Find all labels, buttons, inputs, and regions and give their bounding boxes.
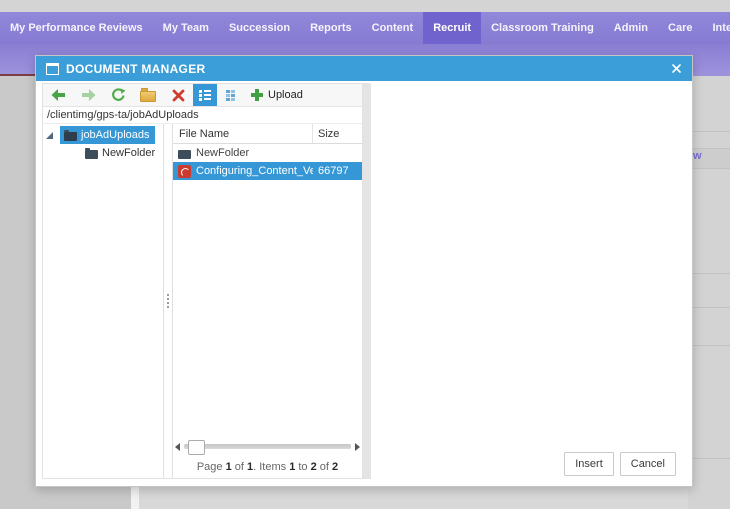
nav-tab-admin[interactable]: Admin <box>604 12 658 44</box>
dialog-titlebar[interactable]: DOCUMENT MANAGER <box>36 56 692 81</box>
scroll-right-icon[interactable] <box>355 442 360 451</box>
delete-button[interactable] <box>163 84 193 106</box>
refresh-icon <box>112 88 126 101</box>
tree-expand-icon[interactable] <box>46 131 53 139</box>
tree-node-selected[interactable]: jobAdUploads <box>60 126 155 144</box>
screen: My Performance Reviews My Team Successio… <box>0 0 730 509</box>
bg-row-line <box>688 131 730 132</box>
nav-tab-succession[interactable]: Succession <box>219 12 300 44</box>
new-folder-button[interactable] <box>133 84 163 106</box>
top-nav: My Performance Reviews My Team Successio… <box>0 12 730 44</box>
scrollbar-thumb[interactable] <box>188 440 205 455</box>
column-header-file-name[interactable]: File Name <box>173 124 313 143</box>
bg-row-line <box>688 345 730 346</box>
nav-tab-truncated[interactable]: Inte <box>703 12 730 44</box>
nav-tab-my-performance-reviews[interactable]: My Performance Reviews <box>0 12 153 44</box>
back-arrow-icon <box>51 89 65 101</box>
delete-icon <box>172 89 184 101</box>
background-table-edge: w <box>688 76 730 509</box>
nav-tab-care[interactable]: Care <box>658 12 702 44</box>
nav-tab-content[interactable]: Content <box>362 12 424 44</box>
file-name: NewFolder <box>196 147 250 159</box>
tree-node-jobaduploads[interactable]: jobAdUploads <box>43 126 163 144</box>
page-top-strip <box>0 0 730 12</box>
pane-splitter[interactable] <box>163 124 173 478</box>
bg-row-line <box>688 168 730 169</box>
path-bar[interactable]: /clientimg/gps-ta/jobAdUploads <box>43 107 362 124</box>
bg-row-line <box>688 307 730 308</box>
upload-label: Upload <box>268 89 303 101</box>
horizontal-scrollbar[interactable] <box>175 439 360 455</box>
scroll-left-icon[interactable] <box>175 442 180 451</box>
file-row-newfolder[interactable]: NewFolder <box>173 144 362 162</box>
file-list: File Name Size NewFolder Configuring_Con… <box>173 124 362 478</box>
column-header-size[interactable]: Size <box>313 128 362 140</box>
folder-icon <box>64 129 77 141</box>
forward-arrow-icon <box>81 89 95 101</box>
file-name: Configuring_Content_Vendo <box>196 165 313 177</box>
upload-button[interactable]: Upload <box>243 84 311 106</box>
nav-tab-my-team[interactable]: My Team <box>153 12 219 44</box>
nav-tab-reports[interactable]: Reports <box>300 12 362 44</box>
close-icon[interactable] <box>670 63 682 75</box>
file-manager-pane: Upload /clientimg/gps-ta/jobAdUploads jo… <box>42 83 363 479</box>
list-view-icon <box>199 89 211 101</box>
folder-tree: jobAdUploads NewFolder <box>43 124 163 478</box>
pagination-status: Page 1 of 1. Items 1 to 2 of 2 <box>196 461 339 473</box>
file-manager-toolbar: Upload <box>43 84 362 107</box>
tree-node-label: NewFolder <box>102 147 156 159</box>
back-button[interactable] <box>43 84 73 106</box>
nav-tab-classroom-training[interactable]: Classroom Training <box>481 12 604 44</box>
dialog-title: DOCUMENT MANAGER <box>66 61 206 76</box>
tree-node-newfolder[interactable]: NewFolder <box>43 144 163 162</box>
new-folder-icon <box>140 87 156 102</box>
tree-node-label: jobAdUploads <box>81 129 150 141</box>
bg-row-line <box>688 148 730 149</box>
file-size: 66797 <box>318 165 349 177</box>
pdf-file-icon <box>178 164 191 178</box>
pane-divider <box>363 83 371 479</box>
file-row-selected[interactable]: Configuring_Content_Vendo 66797 <box>173 162 362 180</box>
bg-partial-link[interactable]: w <box>693 150 702 162</box>
scrollbar-track[interactable] <box>184 440 351 455</box>
dialog-footer: Insert Cancel <box>564 452 676 476</box>
list-view-button[interactable] <box>193 84 217 106</box>
file-manager-content: jobAdUploads NewFolder File Name Size Ne… <box>43 124 362 478</box>
upload-plus-icon <box>251 89 263 101</box>
forward-button[interactable] <box>73 84 103 106</box>
cancel-button[interactable]: Cancel <box>619 452 676 476</box>
refresh-button[interactable] <box>103 84 133 106</box>
window-icon <box>46 62 59 75</box>
grid-view-icon <box>225 89 235 101</box>
folder-icon <box>85 147 98 159</box>
insert-button[interactable]: Insert <box>564 452 614 476</box>
grid-view-button[interactable] <box>217 84 243 106</box>
nav-tab-recruit[interactable]: Recruit <box>423 12 482 44</box>
file-list-header: File Name Size <box>173 124 362 144</box>
bg-row-line <box>688 273 730 274</box>
folder-icon <box>178 149 191 159</box>
document-manager-dialog: DOCUMENT MANAGER Upload /clientimg/gps-t… <box>35 55 693 487</box>
bg-row-line <box>688 458 730 459</box>
